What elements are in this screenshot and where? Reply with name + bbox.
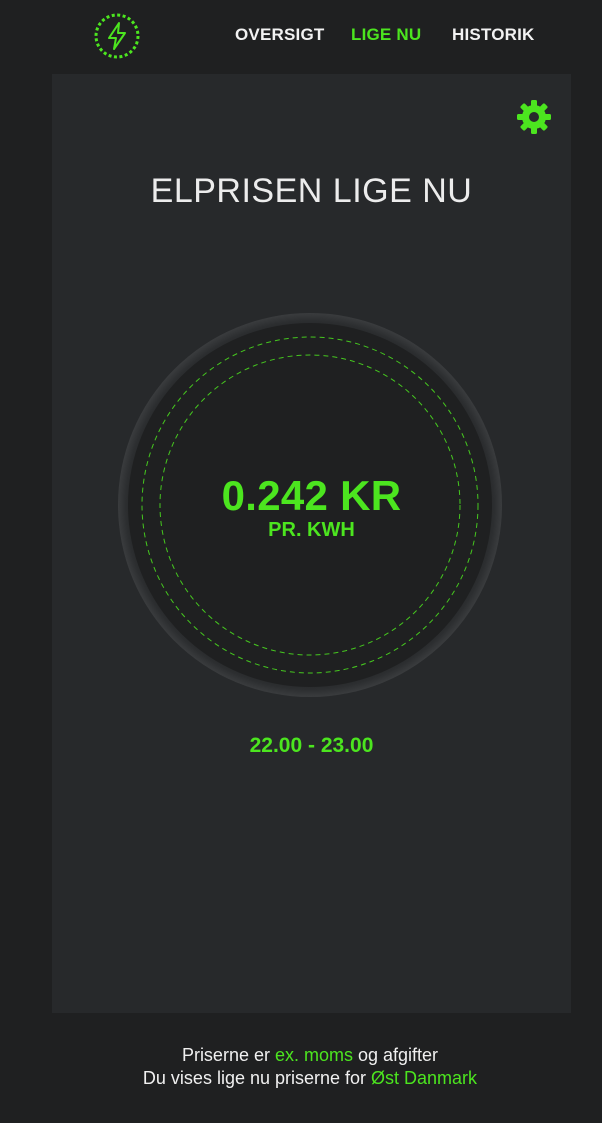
footer-text: Priserne er: [181, 1045, 275, 1065]
footer-line-1: Priserne er ex. moms og afgifter: [0, 1044, 602, 1067]
lightning-bolt-icon[interactable]: [93, 12, 141, 60]
current-price: 0.242 KR: [221, 472, 402, 519]
top-navigation: OVERSIGT LIGE NU HISTORIK: [0, 0, 602, 72]
region-link[interactable]: Øst Danmark: [371, 1068, 477, 1088]
price-unit: PR. KWH: [268, 519, 355, 541]
time-range: 22.00 - 23.00: [249, 734, 374, 757]
gear-icon[interactable]: [516, 99, 552, 135]
footer: Priserne er ex. moms og afgifter Du vise…: [0, 1044, 602, 1090]
footer-text: og afgifter: [353, 1045, 439, 1065]
vat-link[interactable]: ex. moms: [275, 1045, 353, 1065]
footer-line-2: Du vises lige nu priserne for Øst Danmar…: [0, 1067, 602, 1090]
nav-historik[interactable]: HISTORIK: [452, 25, 535, 45]
nav-lige-nu[interactable]: LIGE NU: [351, 25, 421, 45]
page-title: ELPRISEN LIGE NU: [150, 172, 473, 210]
nav-oversigt[interactable]: OVERSIGT: [235, 25, 324, 45]
main-panel: ELPRISEN LIGE NU 0.242 KR PR. KWH 22.00 …: [52, 74, 571, 1013]
footer-text: Du vises lige nu priserne for: [142, 1068, 372, 1088]
